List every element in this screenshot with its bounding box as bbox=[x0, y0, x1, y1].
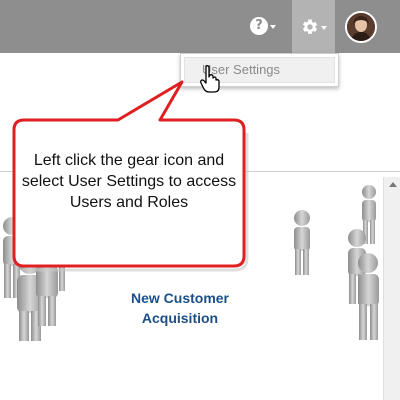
banner-title-line1: New Customer bbox=[130, 290, 230, 306]
question-circle-icon: ? bbox=[250, 17, 268, 35]
banner-title: New Customer Acquisition bbox=[110, 288, 250, 328]
banner-title-line2: Acquisition bbox=[141, 310, 219, 326]
help-menu-button[interactable]: ? bbox=[250, 14, 282, 38]
gear-icon bbox=[302, 18, 317, 34]
settings-menu-button[interactable] bbox=[292, 0, 335, 53]
callout-text: Left click the gear icon and select User… bbox=[21, 152, 237, 211]
chevron-down-icon bbox=[270, 25, 276, 29]
chevron-down-icon bbox=[320, 25, 327, 30]
avatar[interactable] bbox=[345, 11, 377, 43]
scroll-up-arrow-icon[interactable] bbox=[389, 182, 397, 187]
top-navigation-bar bbox=[0, 0, 400, 53]
hand-pointer-icon bbox=[200, 65, 220, 93]
avatar-image bbox=[347, 13, 375, 41]
vertical-scrollbar[interactable] bbox=[383, 177, 400, 400]
